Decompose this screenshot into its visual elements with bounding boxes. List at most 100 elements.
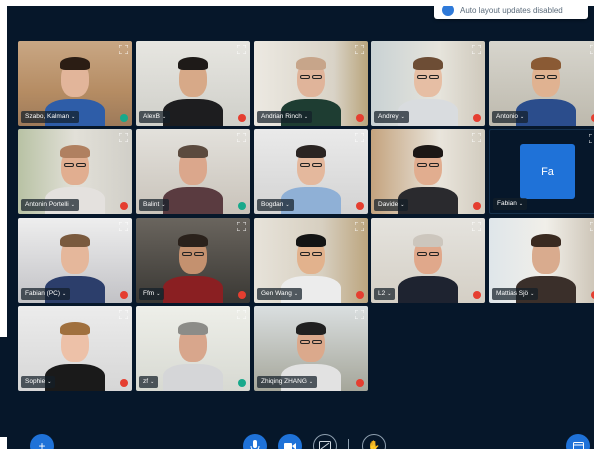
participant-tile[interactable]: Gen Wang ⌄ <box>254 218 368 303</box>
expand-icon[interactable] <box>471 221 481 232</box>
toast-text: Auto layout updates disabled <box>460 6 563 15</box>
participant-tile[interactable]: Balint ⌄ <box>136 129 250 214</box>
participant-tile[interactable]: Fa Fabian ⌄ <box>489 129 594 214</box>
chevron-down-icon[interactable]: ⌄ <box>309 379 313 385</box>
add-button[interactable]: + <box>30 434 54 449</box>
chevron-down-icon[interactable]: ⌄ <box>387 291 391 297</box>
person-body <box>163 364 223 391</box>
participant-tile[interactable]: Zhiqing ZHANG ⌄ <box>254 306 368 391</box>
participant-tile[interactable]: Ffm ⌄ <box>136 218 250 303</box>
expand-icon[interactable] <box>354 44 364 55</box>
participant-tile[interactable]: AlexB ⌄ <box>136 41 250 126</box>
mic-muted-icon <box>120 202 128 210</box>
mic-on-icon <box>238 379 246 387</box>
person-body <box>163 187 223 214</box>
participant-tile[interactable]: Sophie ⌄ <box>18 306 132 391</box>
person-hair <box>60 234 90 247</box>
chevron-down-icon[interactable]: ⌄ <box>162 114 166 120</box>
participant-name: L2 ⌄ <box>374 288 396 300</box>
participant-tile[interactable]: Andrian Rinch ⌄ <box>254 41 368 126</box>
participant-name: zf ⌄ <box>139 376 159 388</box>
expand-icon[interactable] <box>118 44 128 55</box>
participant-tile[interactable]: Bogdan ⌄ <box>254 129 368 214</box>
chevron-down-icon[interactable]: ⌄ <box>401 114 405 120</box>
chevron-down-icon[interactable]: ⌄ <box>520 114 524 120</box>
participant-tile[interactable]: Fabian (PC) ⌄ <box>18 218 132 303</box>
glasses <box>182 252 192 256</box>
glasses <box>429 75 439 79</box>
mic-muted-icon <box>473 291 481 299</box>
expand-icon[interactable] <box>236 132 246 143</box>
participant-name: Balint ⌄ <box>139 199 170 211</box>
participant-name-text: Fabian (PC) <box>25 290 61 297</box>
participant-tile[interactable]: Antonio ⌄ <box>489 41 594 126</box>
participant-tile[interactable]: zf ⌄ <box>136 306 250 391</box>
chevron-down-icon[interactable]: ⌄ <box>156 291 160 297</box>
bottom-toolbar: + ✋ <box>7 431 594 449</box>
expand-icon[interactable] <box>118 221 128 232</box>
participant-name-text: Ffm <box>143 290 155 297</box>
glasses <box>76 163 86 167</box>
glasses <box>312 75 322 79</box>
participant-name-text: Bogdan <box>261 201 284 208</box>
mic-button[interactable] <box>243 434 267 449</box>
chevron-down-icon[interactable]: ⌄ <box>150 379 154 385</box>
participant-name-text: Fabian <box>497 200 517 207</box>
participant-name: Davide ⌄ <box>374 199 409 211</box>
chevron-down-icon[interactable]: ⌄ <box>285 202 289 208</box>
chevron-down-icon[interactable]: ⌄ <box>400 202 404 208</box>
chevron-down-icon[interactable]: ⌄ <box>530 291 534 297</box>
participant-name: Fabian (PC) ⌄ <box>21 288 71 300</box>
mic-on-icon <box>238 202 246 210</box>
expand-icon[interactable] <box>588 133 594 144</box>
chevron-down-icon[interactable]: ⌄ <box>519 201 523 207</box>
participant-name: Andrey ⌄ <box>374 111 409 123</box>
camera-button[interactable] <box>278 434 302 449</box>
glasses <box>535 75 545 79</box>
glasses <box>417 163 427 167</box>
chevron-down-icon[interactable]: ⌄ <box>161 202 165 208</box>
layout-button[interactable] <box>566 434 590 449</box>
participant-name-text: L2 <box>378 290 386 297</box>
expand-icon[interactable] <box>589 44 594 55</box>
participant-name: AlexB ⌄ <box>139 111 171 123</box>
participant-tile[interactable]: Andrey ⌄ <box>371 41 485 126</box>
chevron-down-icon[interactable]: ⌄ <box>47 379 51 385</box>
expand-icon[interactable] <box>354 132 364 143</box>
expand-icon[interactable] <box>236 309 246 320</box>
participant-tile[interactable]: L2 ⌄ <box>371 218 485 303</box>
person-body <box>163 276 223 303</box>
screenshare-button[interactable] <box>313 434 337 449</box>
participant-tile[interactable]: Davide ⌄ <box>371 129 485 214</box>
expand-icon[interactable] <box>589 221 594 232</box>
expand-icon[interactable] <box>118 309 128 320</box>
expand-icon[interactable] <box>471 44 481 55</box>
participant-tile[interactable]: Mattias Sjö ⌄ <box>489 218 594 303</box>
expand-icon[interactable] <box>236 221 246 232</box>
expand-icon[interactable] <box>236 44 246 55</box>
mic-muted-icon <box>473 114 481 122</box>
participant-name: Andrian Rinch ⌄ <box>257 111 313 123</box>
expand-icon[interactable] <box>354 309 364 320</box>
participant-name: Gen Wang ⌄ <box>257 288 303 300</box>
expand-icon[interactable] <box>118 132 128 143</box>
chevron-down-icon[interactable]: ⌄ <box>294 291 298 297</box>
chevron-down-icon[interactable]: ⌄ <box>62 291 66 297</box>
chevron-down-icon[interactable]: ⌄ <box>71 114 75 120</box>
person-hair <box>296 322 326 335</box>
expand-icon[interactable] <box>354 221 364 232</box>
participant-tile[interactable]: Szabo, Kalman ⌄ <box>18 41 132 126</box>
raise-hand-button[interactable]: ✋ <box>362 434 386 449</box>
chevron-down-icon[interactable]: ⌄ <box>304 114 308 120</box>
expand-icon[interactable] <box>471 132 481 143</box>
toolbar-divider <box>348 439 349 449</box>
chevron-down-icon[interactable]: ⌄ <box>71 202 75 208</box>
person-hair <box>413 234 443 247</box>
participant-tile[interactable]: Antonin Portelli ⌄ <box>18 129 132 214</box>
participant-name: Antonin Portelli ⌄ <box>21 199 79 211</box>
person-hair <box>178 234 208 247</box>
participant-name: Bogdan ⌄ <box>257 199 294 211</box>
participant-name-text: Gen Wang <box>261 290 292 297</box>
person-hair <box>178 322 208 335</box>
mic-muted-icon <box>120 291 128 299</box>
